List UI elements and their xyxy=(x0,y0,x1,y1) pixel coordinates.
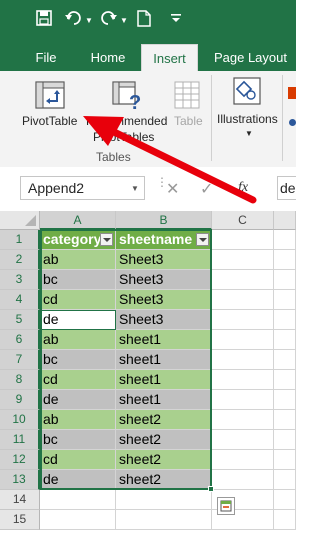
red-annotation-arrow xyxy=(83,116,257,204)
